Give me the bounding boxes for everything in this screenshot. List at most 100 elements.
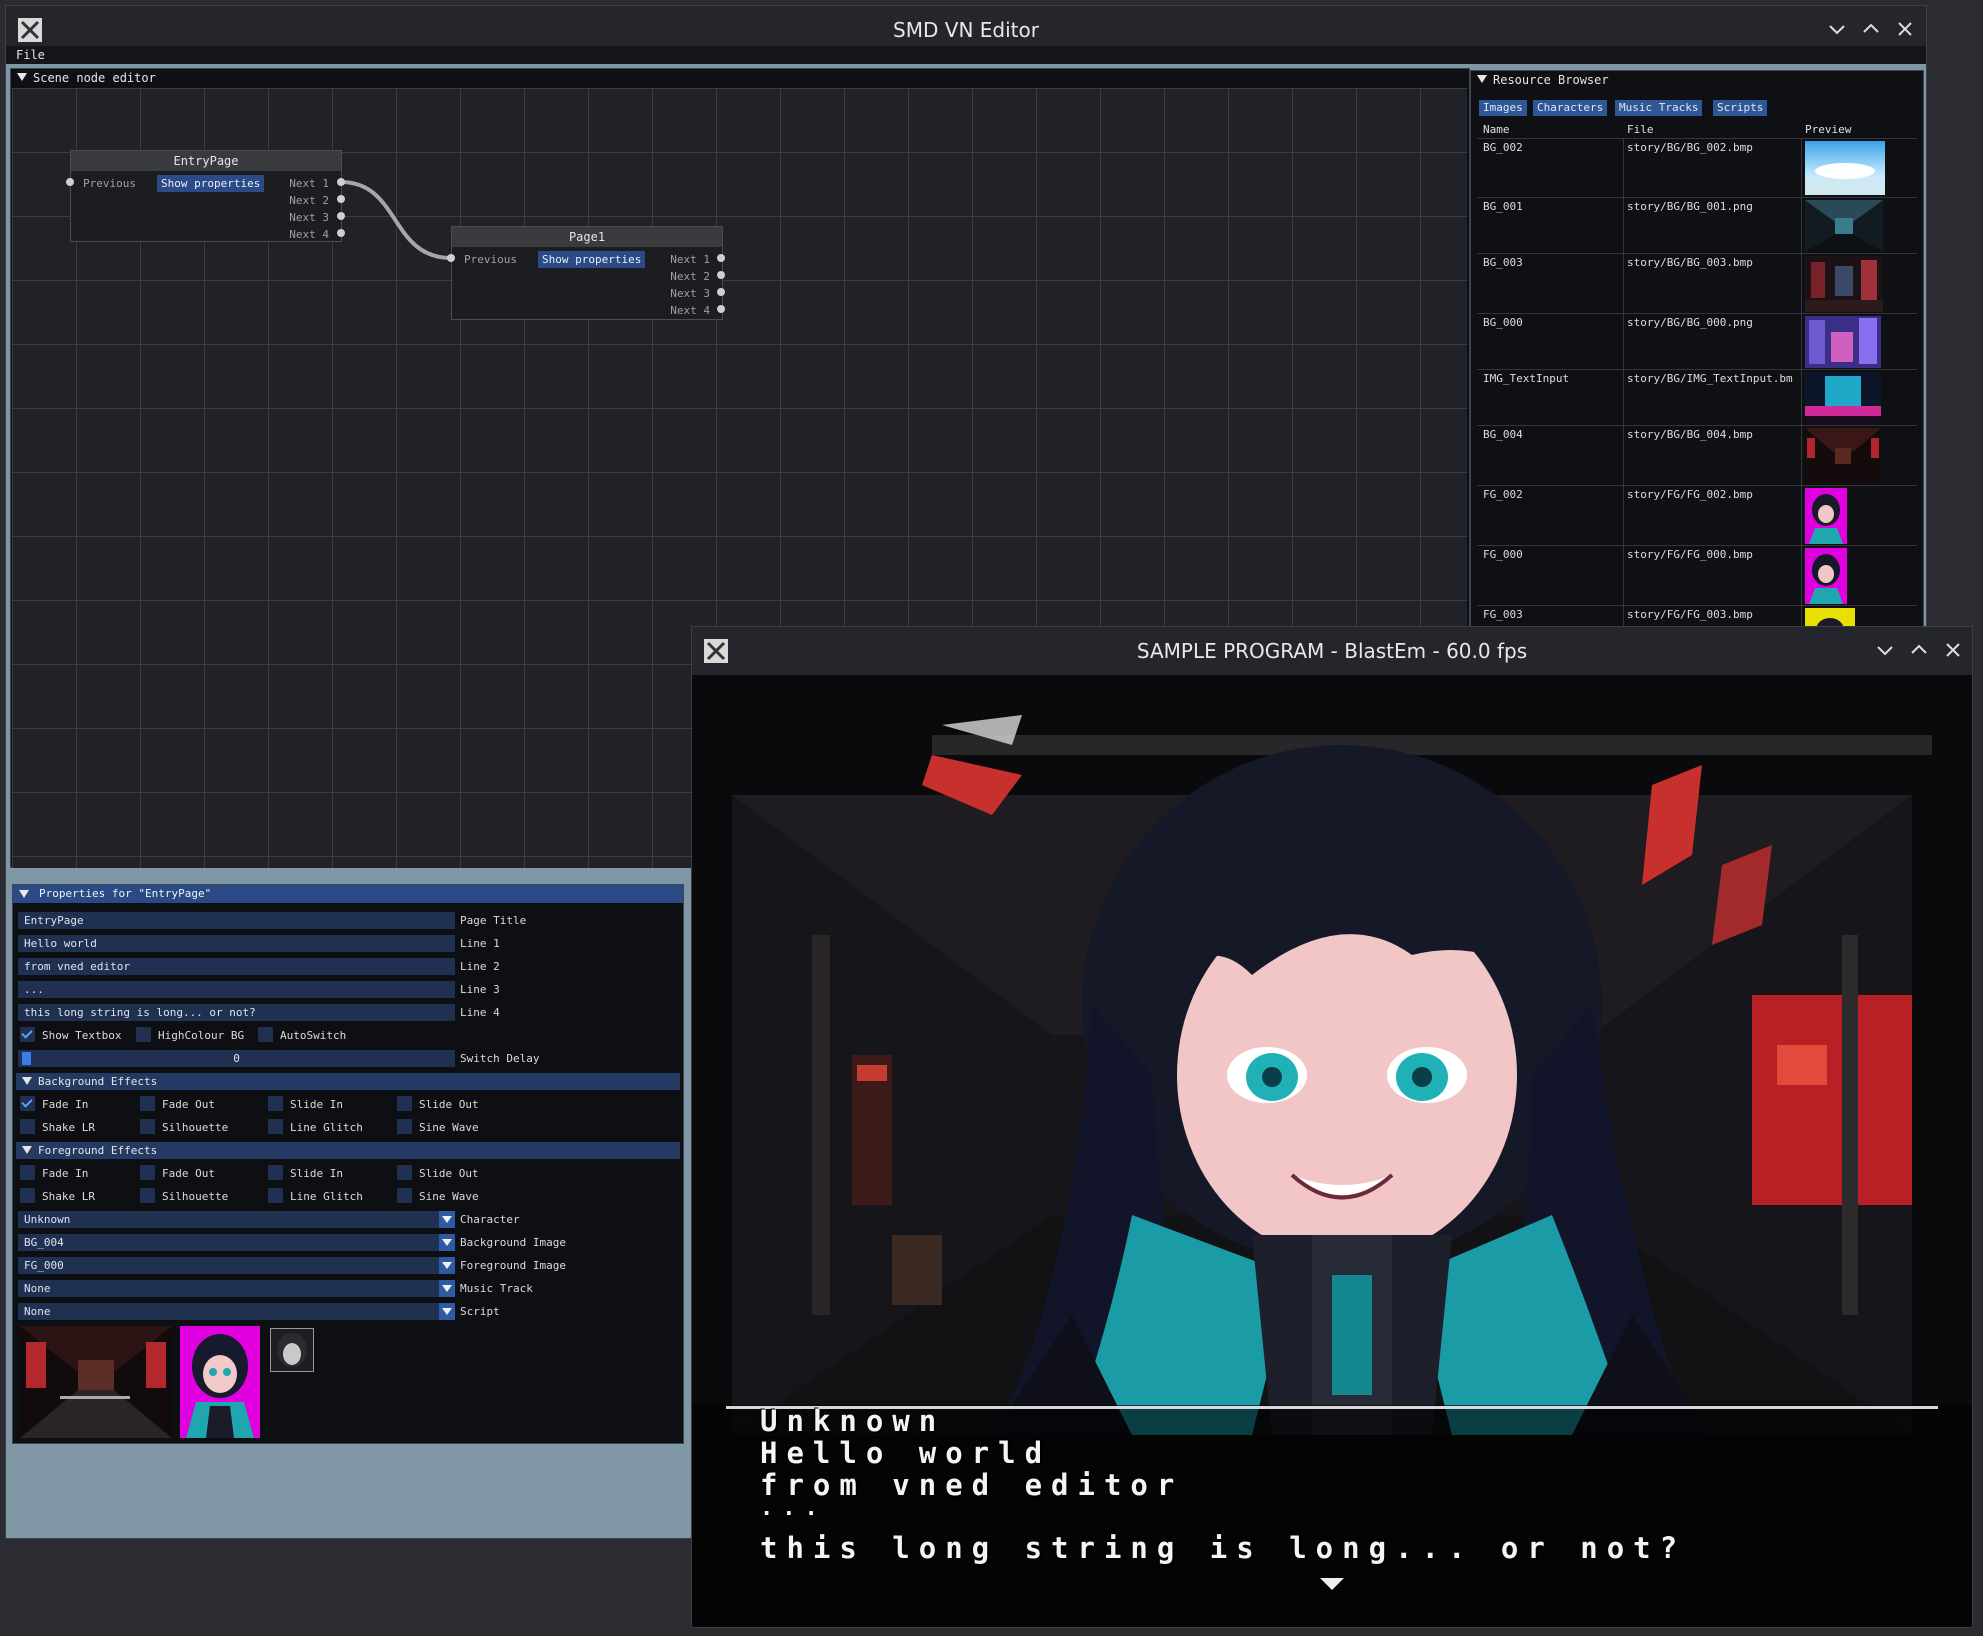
column-preview[interactable]: Preview xyxy=(1805,123,1851,136)
output-pin[interactable] xyxy=(717,288,725,296)
dialog-speaker: Unknown xyxy=(760,1404,946,1438)
column-name[interactable]: Name xyxy=(1483,123,1510,136)
tab-images[interactable]: Images xyxy=(1479,100,1527,116)
output-pin[interactable] xyxy=(717,271,725,279)
foreground-image-select[interactable]: FG_000 xyxy=(18,1257,455,1274)
fg-fade-in-checkbox[interactable] xyxy=(20,1165,35,1180)
scene-editor-title[interactable]: Scene node editor xyxy=(11,69,1469,87)
resource-browser-title[interactable]: Resource Browser xyxy=(1471,71,1923,89)
show-properties-button[interactable]: Show properties xyxy=(157,175,265,192)
emulator-titlebar[interactable]: SAMPLE PROGRAM - BlastEm - 60.0 fps xyxy=(692,627,1972,675)
switch-delay-slider[interactable]: 0 xyxy=(18,1050,455,1067)
resource-row[interactable]: BG_001 story/BG/BG_001.png xyxy=(1477,197,1917,254)
output-pin[interactable] xyxy=(337,195,345,203)
chevron-down-icon[interactable] xyxy=(439,1303,455,1320)
background-effects-header[interactable]: Background Effects xyxy=(16,1073,680,1090)
output-pin[interactable] xyxy=(337,178,345,186)
chevron-down-icon[interactable] xyxy=(439,1234,455,1251)
line2-input[interactable]: from vned editor xyxy=(18,958,455,975)
tab-scripts[interactable]: Scripts xyxy=(1713,100,1768,116)
menu-file[interactable]: File xyxy=(16,48,45,62)
resource-file: story/FG/FG_003.bmp xyxy=(1627,608,1753,621)
fg-slide-out-checkbox[interactable] xyxy=(397,1165,412,1180)
fg-fade-out-label: Fade Out xyxy=(162,1167,215,1180)
resource-row[interactable]: BG_003 story/BG/BG_003.bmp xyxy=(1477,253,1917,314)
bg-silhouette-checkbox[interactable] xyxy=(140,1119,155,1134)
bg-sine-wave-checkbox[interactable] xyxy=(397,1119,412,1134)
fg-silhouette-checkbox[interactable] xyxy=(140,1188,155,1203)
maximize-icon[interactable] xyxy=(1858,16,1884,42)
fg-slide-out-label: Slide Out xyxy=(419,1167,479,1180)
line4-input[interactable]: this long string is long... or not? xyxy=(18,1004,455,1021)
input-pin[interactable] xyxy=(66,178,74,186)
bg-line-glitch-checkbox[interactable] xyxy=(268,1119,283,1134)
input-pin[interactable] xyxy=(447,254,455,262)
slider-grab[interactable] xyxy=(22,1052,31,1065)
bg-fade-out-checkbox[interactable] xyxy=(140,1096,155,1111)
tab-music-tracks[interactable]: Music Tracks xyxy=(1615,100,1703,116)
tab-characters[interactable]: Characters xyxy=(1533,100,1608,116)
music-track-label: Music Track xyxy=(460,1282,533,1295)
resource-row[interactable]: BG_002 story/BG/BG_002.bmp xyxy=(1477,138,1917,198)
properties-header[interactable]: Properties for "EntryPage" xyxy=(13,885,683,903)
bg-fade-in-checkbox[interactable] xyxy=(20,1096,35,1111)
resource-row[interactable]: BG_000 story/BG/BG_000.png xyxy=(1477,313,1917,370)
music-track-select[interactable]: None xyxy=(18,1280,455,1297)
chevron-down-icon[interactable] xyxy=(439,1211,455,1228)
show-textbox-label: Show Textbox xyxy=(42,1029,122,1042)
script-select[interactable]: None xyxy=(18,1303,455,1320)
node-page1[interactable]: Page1 Previous Show properties Next 1 Ne… xyxy=(451,226,723,320)
chevron-down-icon[interactable] xyxy=(439,1280,455,1297)
resource-row[interactable]: IMG_TextInput story/BG/IMG_TextInput.bm xyxy=(1477,369,1917,426)
bg-fade-in-label: Fade In xyxy=(42,1098,89,1111)
output-pin[interactable] xyxy=(337,212,345,220)
page-title-input[interactable]: EntryPage xyxy=(18,912,455,929)
fg-fade-out-checkbox[interactable] xyxy=(140,1165,155,1180)
minimize-icon[interactable] xyxy=(1872,637,1898,663)
resource-row[interactable]: FG_000 story/FG/FG_000.bmp xyxy=(1477,545,1917,606)
column-file[interactable]: File xyxy=(1627,123,1654,136)
character-select[interactable]: Unknown xyxy=(18,1211,455,1228)
close-icon[interactable] xyxy=(1892,16,1918,42)
fg-shake-lr-checkbox[interactable] xyxy=(20,1188,35,1203)
show-properties-button[interactable]: Show properties xyxy=(538,251,646,268)
thumbnail-character-fg xyxy=(1805,548,1847,604)
chevron-down-icon[interactable] xyxy=(439,1257,455,1274)
node-input-label: Previous xyxy=(464,253,517,266)
page-title-label: Page Title xyxy=(460,914,527,927)
fg-slide-in-checkbox[interactable] xyxy=(268,1165,283,1180)
foreground-effects-header[interactable]: Foreground Effects xyxy=(16,1142,680,1159)
close-icon[interactable] xyxy=(1940,637,1966,663)
output-pin[interactable] xyxy=(717,305,725,313)
highcolour-bg-checkbox[interactable] xyxy=(136,1027,151,1042)
bg-shake-lr-checkbox[interactable] xyxy=(20,1119,35,1134)
line3-input[interactable]: ... xyxy=(18,981,455,998)
bg-silhouette-label: Silhouette xyxy=(162,1121,229,1134)
resource-file: story/BG/BG_001.png xyxy=(1627,200,1753,213)
collapse-icon[interactable] xyxy=(22,1146,32,1154)
maximize-icon[interactable] xyxy=(1906,637,1932,663)
fg-sine-wave-checkbox[interactable] xyxy=(397,1188,412,1203)
output-pin[interactable] xyxy=(337,229,345,237)
autoswitch-checkbox[interactable] xyxy=(258,1027,273,1042)
collapse-icon[interactable] xyxy=(22,1077,32,1085)
resource-row[interactable]: BG_004 story/BG/BG_004.bmp xyxy=(1477,425,1917,486)
output-pin[interactable] xyxy=(717,254,725,262)
background-image-select[interactable]: BG_004 xyxy=(18,1234,455,1251)
collapse-icon[interactable] xyxy=(17,73,27,81)
collapse-icon[interactable] xyxy=(19,890,29,898)
node-entrypage[interactable]: EntryPage Previous Show properties Next … xyxy=(70,150,342,242)
resource-file: story/BG/BG_003.bmp xyxy=(1627,256,1753,269)
minimize-icon[interactable] xyxy=(1824,16,1850,42)
resource-name: BG_002 xyxy=(1483,141,1523,154)
bg-slide-in-checkbox[interactable] xyxy=(268,1096,283,1111)
line1-input[interactable]: Hello world xyxy=(18,935,455,952)
foreground-preview-image xyxy=(180,1326,260,1438)
menu-bar: File xyxy=(6,46,1926,64)
fg-shake-lr-label: Shake LR xyxy=(42,1190,95,1203)
show-textbox-checkbox[interactable] xyxy=(20,1027,35,1042)
fg-line-glitch-checkbox[interactable] xyxy=(268,1188,283,1203)
bg-slide-out-checkbox[interactable] xyxy=(397,1096,412,1111)
collapse-icon[interactable] xyxy=(1477,75,1487,83)
resource-row[interactable]: FG_002 story/FG/FG_002.bmp xyxy=(1477,485,1917,546)
